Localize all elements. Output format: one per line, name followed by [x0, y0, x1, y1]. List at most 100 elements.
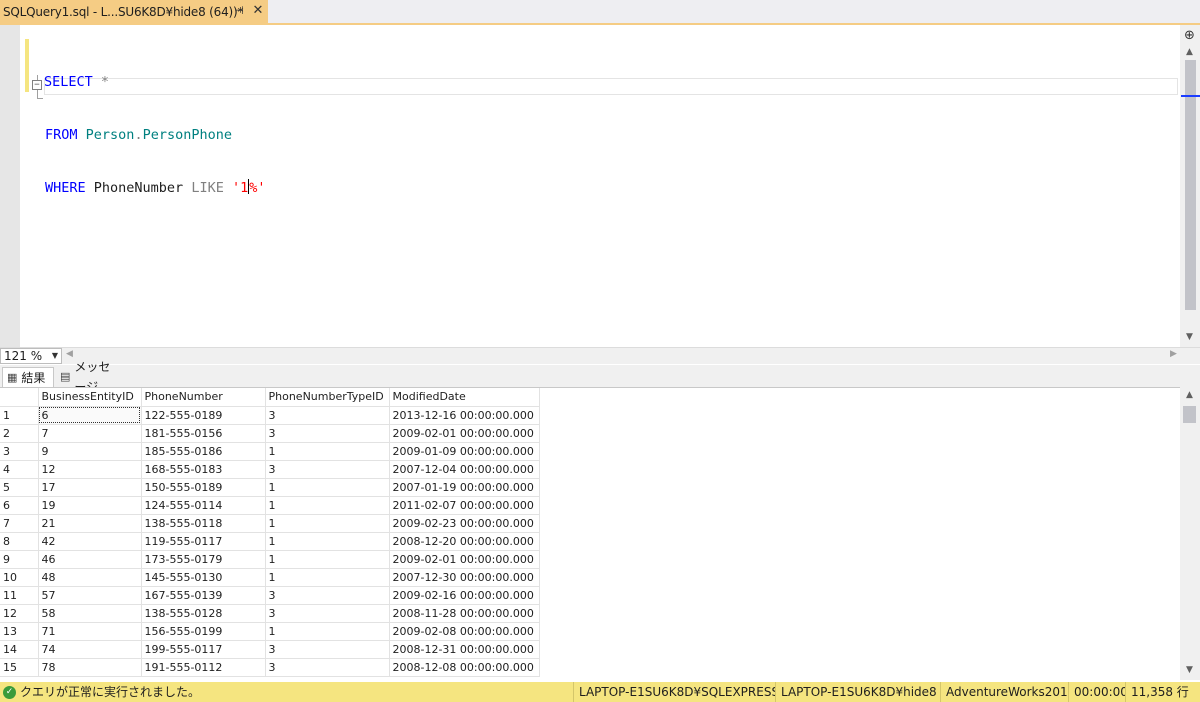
- cell-phonenumbertypeid[interactable]: 1: [265, 478, 390, 497]
- table-row[interactable]: 4 12 168-555-0183 3 2007-12-04 00:00:00.000: [0, 460, 540, 479]
- cell-phonenumber[interactable]: 191-555-0112: [141, 658, 266, 677]
- table-row[interactable]: 14 74 199-555-0117 3 2008-12-31 00:00:00.000: [0, 640, 540, 659]
- grid-vertical-scrollbar[interactable]: ▲ ▼: [1180, 387, 1200, 680]
- cell-modifieddate[interactable]: 2009-02-08 00:00:00.000: [389, 622, 540, 641]
- split-icon[interactable]: ⊕: [1184, 28, 1195, 43]
- cell-businessentityid[interactable]: 17: [38, 478, 142, 497]
- cell-modifieddate[interactable]: 2008-12-08 00:00:00.000: [389, 658, 540, 677]
- cell-modifieddate[interactable]: 2009-02-01 00:00:00.000: [389, 550, 540, 569]
- cell-modifieddate[interactable]: 2008-12-31 00:00:00.000: [389, 640, 540, 659]
- tab-results[interactable]: ▦ 結果: [2, 367, 54, 387]
- row-number[interactable]: 15: [0, 658, 39, 677]
- table-row[interactable]: 13 71 156-555-0199 1 2009-02-08 00:00:00.000: [0, 622, 540, 641]
- cell-phonenumber[interactable]: 156-555-0199: [141, 622, 266, 641]
- cell-phonenumber[interactable]: 181-555-0156: [141, 424, 266, 443]
- pin-icon[interactable]: ⊣: [232, 4, 246, 18]
- row-number[interactable]: 2: [0, 424, 39, 443]
- header-modifieddate[interactable]: ModifiedDate: [389, 388, 540, 407]
- cell-phonenumbertypeid[interactable]: 3: [265, 640, 390, 659]
- cell-modifieddate[interactable]: 2009-01-09 00:00:00.000: [389, 442, 540, 461]
- tab-messages[interactable]: ▤ メッセージ: [56, 360, 126, 394]
- row-number[interactable]: 1: [0, 406, 39, 425]
- cell-businessentityid[interactable]: 42: [38, 532, 142, 551]
- row-number[interactable]: 11: [0, 586, 39, 605]
- cell-phonenumber[interactable]: 124-555-0114: [141, 496, 266, 515]
- row-number[interactable]: 14: [0, 640, 39, 659]
- cell-phonenumber[interactable]: 138-555-0128: [141, 604, 266, 623]
- cell-businessentityid[interactable]: 71: [38, 622, 142, 641]
- collapse-icon[interactable]: −: [32, 80, 42, 90]
- row-number[interactable]: 4: [0, 460, 39, 479]
- row-number[interactable]: 10: [0, 568, 39, 587]
- cell-businessentityid[interactable]: 9: [38, 442, 142, 461]
- row-number[interactable]: 7: [0, 514, 39, 533]
- table-row[interactable]: 10 48 145-555-0130 1 2007-12-30 00:00:00.000: [0, 568, 540, 587]
- grid-scroll-thumb[interactable]: [1183, 406, 1196, 423]
- cell-phonenumbertypeid[interactable]: 3: [265, 460, 390, 479]
- table-row[interactable]: 12 58 138-555-0128 3 2008-11-28 00:00:00.000: [0, 604, 540, 623]
- cell-phonenumbertypeid[interactable]: 1: [265, 496, 390, 515]
- cell-modifieddate[interactable]: 2007-01-19 00:00:00.000: [389, 478, 540, 497]
- table-row[interactable]: 11 57 167-555-0139 3 2009-02-16 00:00:00.000: [0, 586, 540, 605]
- cell-businessentityid[interactable]: 57: [38, 586, 142, 605]
- cell-phonenumber[interactable]: 167-555-0139: [141, 586, 266, 605]
- editor-scroll-thumb[interactable]: [1185, 60, 1196, 310]
- results-grid[interactable]: BusinessEntityID PhoneNumber PhoneNumber…: [0, 387, 1180, 680]
- cell-modifieddate[interactable]: 2013-12-16 00:00:00.000: [389, 406, 540, 425]
- cell-phonenumber[interactable]: 122-555-0189: [141, 406, 266, 425]
- scroll-down-icon[interactable]: ▼: [1186, 665, 1193, 675]
- cell-phonenumbertypeid[interactable]: 1: [265, 568, 390, 587]
- scroll-up-icon[interactable]: ▲: [1186, 390, 1193, 400]
- cell-phonenumber[interactable]: 119-555-0117: [141, 532, 266, 551]
- zoom-select[interactable]: 121 % ▼: [0, 348, 62, 364]
- table-row[interactable]: 15 78 191-555-0112 3 2008-12-08 00:00:00.000: [0, 658, 540, 677]
- cell-phonenumber[interactable]: 145-555-0130: [141, 568, 266, 587]
- cell-phonenumbertypeid[interactable]: 3: [265, 604, 390, 623]
- cell-phonenumbertypeid[interactable]: 1: [265, 442, 390, 461]
- cell-businessentityid[interactable]: 19: [38, 496, 142, 515]
- row-number[interactable]: 6: [0, 496, 39, 515]
- cell-modifieddate[interactable]: 2009-02-23 00:00:00.000: [389, 514, 540, 533]
- cell-phonenumbertypeid[interactable]: 3: [265, 406, 390, 425]
- cell-businessentityid[interactable]: 21: [38, 514, 142, 533]
- row-number[interactable]: 13: [0, 622, 39, 641]
- table-row[interactable]: 8 42 119-555-0117 1 2008-12-20 00:00:00.000: [0, 532, 540, 551]
- row-number[interactable]: 8: [0, 532, 39, 551]
- cell-businessentityid[interactable]: 6: [38, 406, 142, 425]
- query-editor[interactable]: − SELECT * FROM Person.PersonPhone WHERE …: [0, 25, 1200, 347]
- close-icon[interactable]: ✕: [250, 3, 266, 19]
- table-row[interactable]: 3 9 185-555-0186 1 2009-01-09 00:00:00.000: [0, 442, 540, 461]
- cell-modifieddate[interactable]: 2009-02-16 00:00:00.000: [389, 586, 540, 605]
- cell-phonenumbertypeid[interactable]: 1: [265, 550, 390, 569]
- header-rownum[interactable]: [0, 388, 39, 407]
- row-number[interactable]: 3: [0, 442, 39, 461]
- table-row[interactable]: 5 17 150-555-0189 1 2007-01-19 00:00:00.000: [0, 478, 540, 497]
- cell-businessentityid[interactable]: 74: [38, 640, 142, 659]
- cell-modifieddate[interactable]: 2008-11-28 00:00:00.000: [389, 604, 540, 623]
- cell-businessentityid[interactable]: 7: [38, 424, 142, 443]
- chevron-down-icon[interactable]: ▼: [52, 349, 58, 363]
- cell-phonenumber[interactable]: 168-555-0183: [141, 460, 266, 479]
- cell-phonenumber[interactable]: 138-555-0118: [141, 514, 266, 533]
- header-phonenumbertypeid[interactable]: PhoneNumberTypeID: [265, 388, 390, 407]
- scroll-left-icon[interactable]: ◀: [66, 349, 73, 359]
- cell-modifieddate[interactable]: 2007-12-04 00:00:00.000: [389, 460, 540, 479]
- cell-businessentityid[interactable]: 48: [38, 568, 142, 587]
- header-businessentityid[interactable]: BusinessEntityID: [38, 388, 142, 407]
- query-tab[interactable]: SQLQuery1.sql - L...SU6K8D¥hide8 (64))* …: [0, 0, 268, 23]
- scroll-down-icon[interactable]: ▼: [1186, 332, 1193, 342]
- cell-phonenumbertypeid[interactable]: 1: [265, 514, 390, 533]
- cell-phonenumbertypeid[interactable]: 3: [265, 586, 390, 605]
- table-row[interactable]: 1 6 122-555-0189 3 2013-12-16 00:00:00.000: [0, 406, 540, 425]
- cell-phonenumbertypeid[interactable]: 1: [265, 532, 390, 551]
- cell-businessentityid[interactable]: 46: [38, 550, 142, 569]
- header-phonenumber[interactable]: PhoneNumber: [141, 388, 266, 407]
- table-row[interactable]: 7 21 138-555-0118 1 2009-02-23 00:00:00.000: [0, 514, 540, 533]
- cell-phonenumbertypeid[interactable]: 3: [265, 658, 390, 677]
- cell-modifieddate[interactable]: 2008-12-20 00:00:00.000: [389, 532, 540, 551]
- cell-phonenumber[interactable]: 173-555-0179: [141, 550, 266, 569]
- sql-code[interactable]: − SELECT * FROM Person.PersonPhone WHERE …: [32, 39, 265, 232]
- cell-modifieddate[interactable]: 2007-12-30 00:00:00.000: [389, 568, 540, 587]
- cell-modifieddate[interactable]: 2011-02-07 00:00:00.000: [389, 496, 540, 515]
- row-number[interactable]: 9: [0, 550, 39, 569]
